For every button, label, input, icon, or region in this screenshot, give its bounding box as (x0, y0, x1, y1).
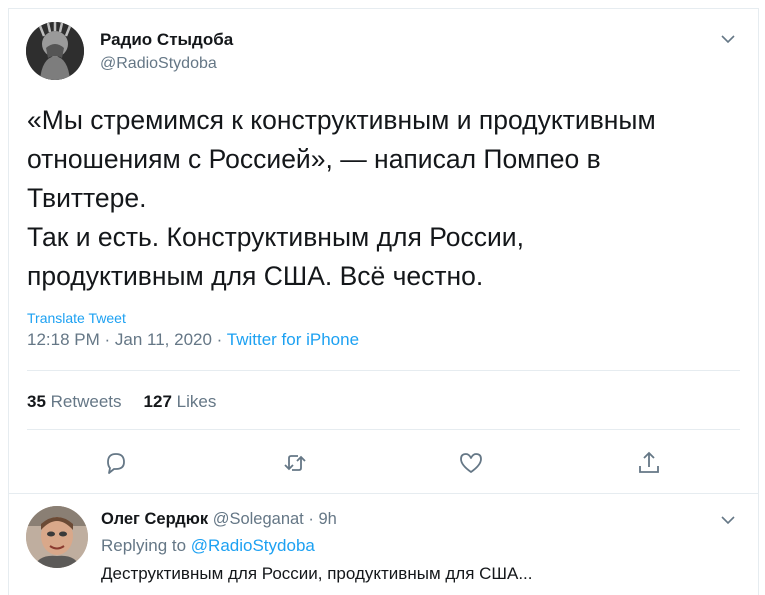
tweet-text-line: отношениям с Россией», — написал Помпео … (27, 144, 601, 174)
timeline-frame: Радио Стыдоба @RadioStydoba «Мы стремимс… (8, 8, 759, 595)
replying-prefix: Replying to (101, 536, 187, 555)
reply-author-name[interactable]: Олег Сердюк (101, 510, 208, 528)
chevron-down-icon[interactable] (720, 31, 736, 47)
likes-label: Likes (176, 392, 217, 411)
author-avatar[interactable] (26, 22, 84, 80)
reply-icon[interactable] (102, 449, 130, 477)
like-icon[interactable] (457, 449, 485, 477)
reply-age[interactable]: 9h (318, 510, 336, 528)
tweet-time[interactable]: 12:18 PM (27, 330, 100, 349)
translate-tweet-link[interactable]: Translate Tweet (27, 310, 126, 326)
tweet-date[interactable]: Jan 11, 2020 (115, 330, 212, 349)
replying-to-link[interactable]: @RadioStydoba (191, 536, 315, 555)
divider (27, 370, 740, 371)
tweet-text-line: Так и есть. Конструктивным для России, (27, 222, 524, 252)
retweet-icon[interactable] (281, 449, 309, 477)
chevron-down-icon[interactable] (720, 512, 736, 528)
tweet-timestamp: 12:18 PM · Jan 11, 2020 · Twitter for iP… (27, 330, 359, 350)
replying-to: Replying to @RadioStydoba (101, 536, 315, 556)
reply-header: Олег Сердюк @Soleganat · 9h (101, 510, 337, 529)
retweets-count: 35 (27, 392, 46, 411)
meta-separator: · (104, 330, 115, 349)
tweet-source-link[interactable]: Twitter for iPhone (227, 330, 359, 349)
retweets-stat[interactable]: 35 Retweets (27, 392, 122, 411)
reply-author-handle[interactable]: @Soleganat (213, 510, 304, 528)
author-name[interactable]: Радио Стыдоба (100, 30, 233, 50)
tweet-text-line: Твиттере. (27, 183, 147, 213)
likes-stat[interactable]: 127 Likes (144, 392, 217, 411)
tweet-text-line: продуктивным для США. Всё честно. (27, 261, 484, 291)
likes-count: 127 (143, 392, 172, 411)
reply-author-avatar[interactable] (26, 506, 88, 568)
main-tweet[interactable]: Радио Стыдоба @RadioStydoba «Мы стремимс… (9, 9, 758, 493)
divider (27, 429, 740, 430)
tweet-separator (8, 493, 759, 494)
tweet-text-line: «Мы стремимся к конструктивным и продукт… (27, 105, 656, 135)
tweet-stats: 35 Retweets 127 Likes (27, 392, 216, 412)
reply-text: Деструктивным для России, продуктивным д… (101, 564, 533, 583)
tweet-text: «Мы стремимся к конструктивным и продукт… (27, 101, 747, 296)
retweets-label: Retweets (50, 392, 122, 411)
share-icon[interactable] (635, 449, 663, 477)
author-handle[interactable]: @RadioStydoba (100, 55, 217, 73)
meta-separator: · (308, 510, 319, 528)
meta-separator: · (216, 330, 227, 349)
